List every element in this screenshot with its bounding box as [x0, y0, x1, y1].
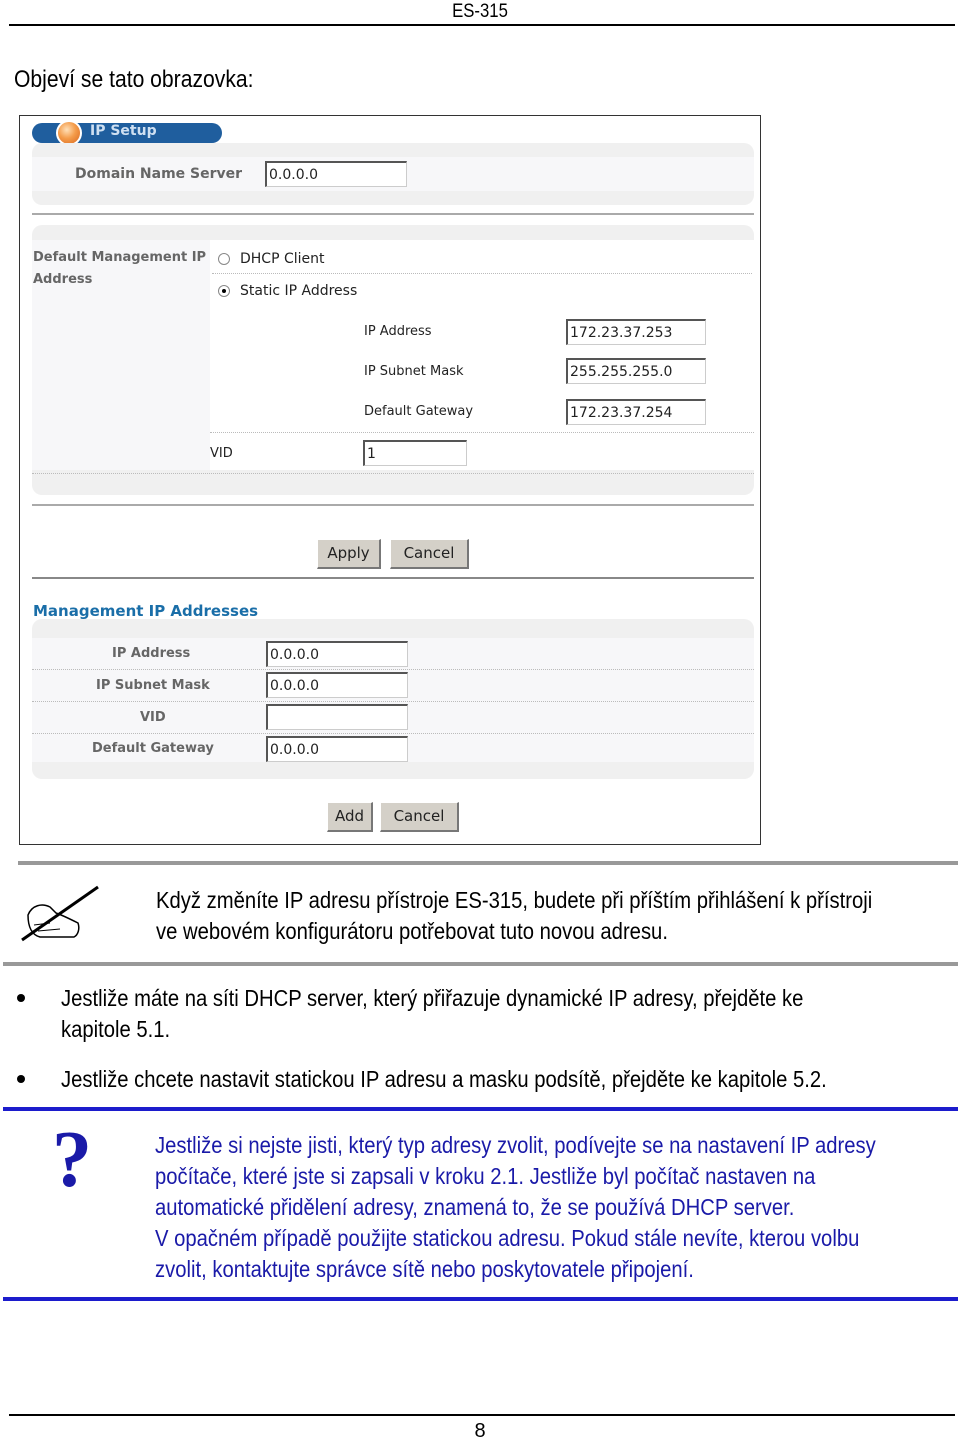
- ip-setup-screenshot: IP Setup Domain Name Server Default Mana…: [19, 115, 761, 845]
- dns-input[interactable]: [265, 161, 407, 187]
- static-ip-radio[interactable]: [218, 285, 230, 297]
- divider: [32, 577, 754, 579]
- bullet-icon: [17, 1075, 25, 1083]
- bullet-item: Jestliže chcete nastavit statickou IP ad…: [61, 1064, 827, 1095]
- mgmt-vid-label: VID: [140, 710, 166, 725]
- mgmt-gateway-label: Default Gateway: [92, 741, 214, 756]
- vid-input[interactable]: [363, 440, 467, 466]
- apply-button[interactable]: Apply: [317, 539, 381, 569]
- header-rule: [9, 24, 955, 26]
- bullet-1-line-1: Jestliže máte na síti DHCP server, který…: [61, 985, 804, 1011]
- tip-line: počítače, které jste si zapsali v kroku …: [155, 1163, 816, 1189]
- tip-text: Jestliže si nejste jisti, který typ adre…: [155, 1130, 876, 1285]
- note-bottom-rule: [3, 962, 958, 966]
- row-divider: [32, 669, 754, 670]
- note-line-1: Když změníte IP adresu přístroje ES-315,…: [156, 887, 873, 913]
- ip-address-input[interactable]: [566, 319, 706, 345]
- vid-label: VID: [210, 446, 233, 461]
- default-mgmt-label-line1: Default Management IP: [33, 250, 207, 265]
- mgmt-ip-input[interactable]: [266, 641, 408, 667]
- row-divider: [32, 733, 754, 734]
- mgmt-subnet-input[interactable]: [266, 672, 408, 698]
- bullet-1-line-2: kapitole 5.1.: [61, 1016, 171, 1042]
- page-header-title: ES-315: [452, 1, 508, 22]
- dns-label: Domain Name Server: [75, 166, 243, 182]
- gateway-input[interactable]: [566, 399, 706, 425]
- bullet-item: Jestliže máte na síti DHCP server, který…: [61, 983, 803, 1045]
- row-divider: [210, 432, 754, 433]
- tip-line: zvolit, kontaktujte správce sítě nebo po…: [155, 1256, 694, 1282]
- default-mgmt-label-line2: Address: [33, 272, 93, 287]
- mgmt-subnet-label: IP Subnet Mask: [96, 678, 210, 693]
- mgmt-gateway-input[interactable]: [266, 736, 408, 762]
- note-top-rule: [18, 861, 958, 865]
- divider: [32, 213, 754, 215]
- bullet-icon: [17, 994, 25, 1002]
- cancel-button[interactable]: Cancel: [390, 539, 469, 569]
- subnet-mask-label: IP Subnet Mask: [364, 364, 464, 379]
- row-divider: [32, 473, 754, 474]
- dhcp-client-label: DHCP Client: [240, 251, 325, 267]
- tip-top-rule: [3, 1107, 958, 1111]
- ip-address-label: IP Address: [364, 324, 432, 339]
- question-mark-icon: ?: [52, 1116, 92, 1204]
- tip-line: V opačném případě použijte statickou adr…: [155, 1225, 860, 1251]
- pen-hand-icon: [20, 885, 100, 948]
- mgmt-section-title: Management IP Addresses: [33, 602, 259, 620]
- default-mgmt-value-cell: [210, 240, 754, 470]
- divider: [32, 504, 754, 506]
- page-number: 8: [474, 1420, 486, 1442]
- note-line-2: ve webovém konfigurátoru potřebovat tuto…: [156, 918, 668, 944]
- tip-bottom-rule: [3, 1297, 958, 1301]
- default-mgmt-label: Default Management IP Address: [33, 247, 206, 291]
- tip-line: Jestliže si nejste jisti, který typ adre…: [155, 1132, 876, 1158]
- footer-rule: [9, 1414, 955, 1416]
- intro-text: Objeví se tato obrazovka:: [14, 66, 254, 93]
- static-ip-label: Static IP Address: [240, 283, 358, 299]
- gateway-label: Default Gateway: [364, 404, 474, 419]
- row-divider: [212, 273, 752, 274]
- dhcp-client-radio[interactable]: [218, 253, 230, 265]
- bullet-2-line-1: Jestliže chcete nastavit statickou IP ad…: [61, 1066, 827, 1092]
- add-button[interactable]: Add: [327, 802, 373, 832]
- mgmt-cancel-button[interactable]: Cancel: [380, 802, 459, 832]
- row-divider: [32, 701, 754, 702]
- banner-title: IP Setup: [90, 123, 157, 139]
- mgmt-ip-label: IP Address: [112, 646, 191, 661]
- subnet-mask-input[interactable]: [566, 358, 706, 384]
- mgmt-vid-input[interactable]: [266, 704, 408, 730]
- tip-line: automatické přidělení adresy, znamená to…: [155, 1194, 795, 1220]
- note-text: Když změníte IP adresu přístroje ES-315,…: [156, 885, 872, 947]
